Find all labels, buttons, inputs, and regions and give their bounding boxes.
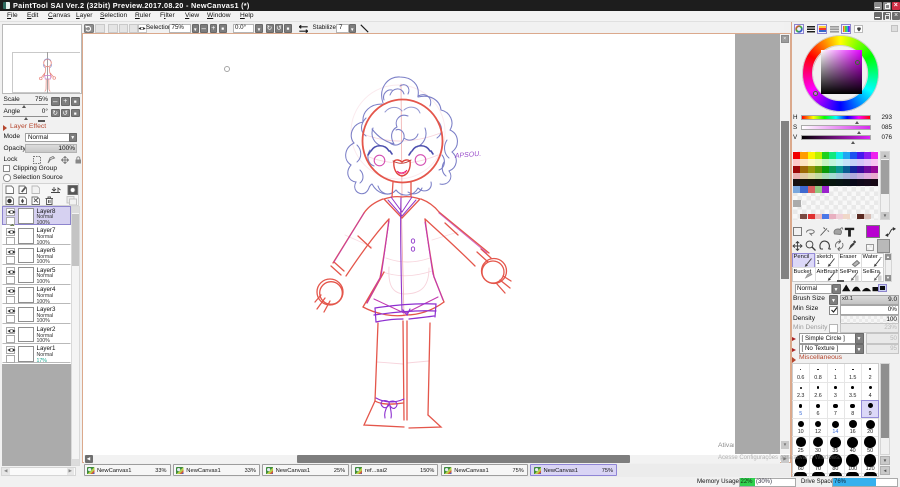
svg-text:▒: ▒ xyxy=(855,275,859,281)
svg-text:▒: ▒ xyxy=(878,275,882,281)
svg-text:APSOU.: APSOU. xyxy=(454,151,482,160)
